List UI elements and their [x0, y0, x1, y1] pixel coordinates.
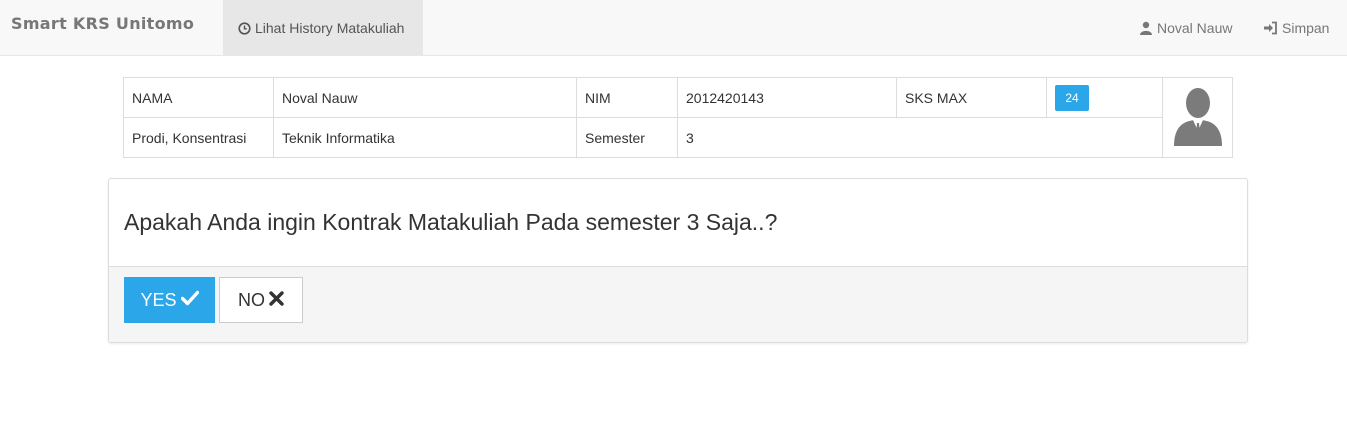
- nav-history-link[interactable]: Lihat History Matakuliah: [223, 0, 423, 56]
- table-row: Prodi, Konsentrasi Teknik Informatika Se…: [123, 117, 1233, 158]
- nama-label: NAMA: [123, 77, 274, 118]
- nav-user-link[interactable]: Noval Nauw: [1139, 0, 1232, 56]
- semester-label: Semester: [576, 117, 678, 158]
- nim-value: 2012420143: [677, 77, 897, 118]
- times-icon: [269, 289, 284, 312]
- yes-button[interactable]: YES: [124, 277, 215, 323]
- student-info-table: NAMA Noval Nauw NIM 2012420143 SKS MAX 2…: [123, 77, 1233, 158]
- confirm-question: Apakah Anda ingin Kontrak Matakuliah Pad…: [124, 209, 778, 235]
- sks-badge: 24: [1055, 84, 1089, 111]
- sks-cell: 24: [1046, 77, 1163, 118]
- prodi-label: Prodi, Konsentrasi: [123, 117, 274, 158]
- nav-history-label: Lihat History Matakuliah: [255, 20, 405, 36]
- yes-button-label: YES: [140, 289, 177, 310]
- clock-icon: [238, 21, 251, 35]
- no-button-label: NO: [238, 289, 265, 310]
- confirm-footer: YES NO: [109, 266, 1247, 342]
- nav-save-link[interactable]: Simpan: [1263, 0, 1329, 56]
- sign-in-icon: [1263, 21, 1278, 35]
- table-row: NAMA Noval Nauw NIM 2012420143 SKS MAX 2…: [123, 77, 1233, 158]
- prodi-value: Teknik Informatika: [273, 117, 577, 158]
- avatar-silhouette-icon: [1172, 88, 1224, 149]
- nav-user-label: Noval Nauw: [1157, 20, 1233, 36]
- brand-logo[interactable]: Smart KRS Unitomo: [11, 14, 194, 33]
- no-button[interactable]: NO: [219, 277, 303, 323]
- sks-label: SKS MAX: [896, 77, 1047, 118]
- semester-value: 3: [677, 117, 1163, 158]
- avatar-cell: [1162, 77, 1233, 158]
- nim-label: NIM: [576, 77, 678, 118]
- check-icon: [180, 289, 199, 312]
- nav-save-label: Simpan: [1282, 20, 1330, 36]
- user-icon: [1139, 21, 1153, 35]
- confirm-panel: Apakah Anda ingin Kontrak Matakuliah Pad…: [108, 178, 1248, 343]
- nama-value: Noval Nauw: [273, 77, 577, 118]
- navbar: Smart KRS Unitomo Lihat History Matakuli…: [0, 0, 1347, 56]
